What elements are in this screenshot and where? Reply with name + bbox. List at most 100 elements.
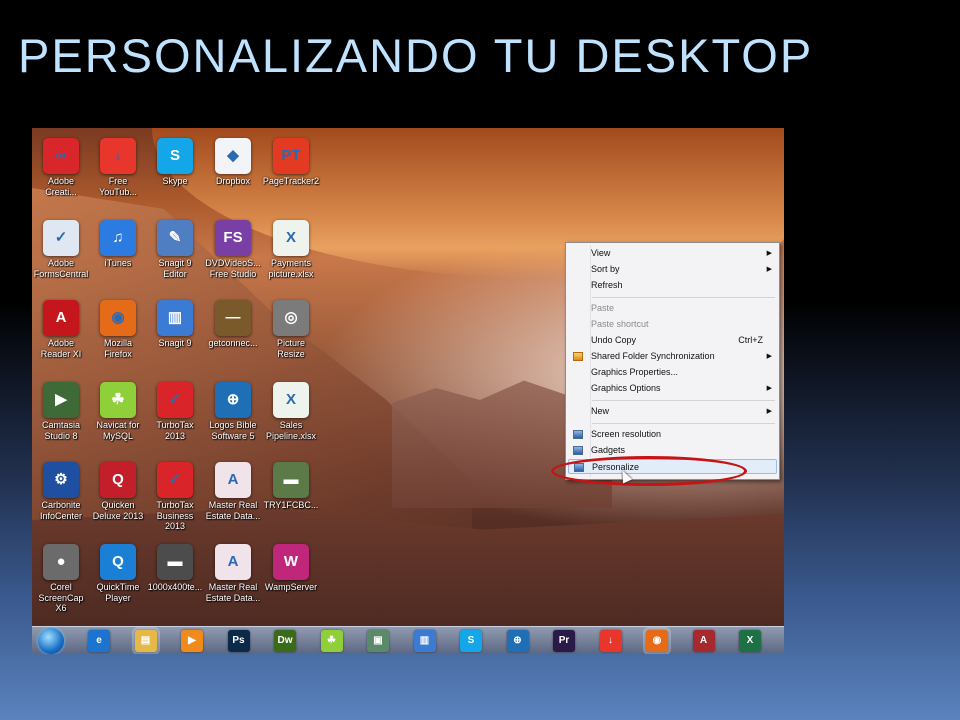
desktop-shortcut[interactable]: ✎ Snagit 9 Editor — [146, 220, 204, 279]
menu-item-paste-shortcut[interactable]: Paste shortcut — [568, 317, 777, 332]
taskbar: e ▤ ▶ Ps Dw ☘ ▣ ▥ S ⊕ Pr ↓ ◉ A X — [32, 626, 784, 654]
shortcut-file-icon: — — [215, 300, 251, 336]
taskbar-file-explorer-icon[interactable]: ▤ — [134, 630, 157, 652]
desktop-shortcut-label: Dropbox — [215, 176, 251, 186]
taskbar-internet-explorer-icon[interactable]: e — [88, 630, 110, 652]
submenu-arrow-icon: ▶ — [766, 385, 772, 392]
desktop-shortcut[interactable]: ✓ Adobe FormsCentral — [32, 220, 90, 279]
desktop-shortcut[interactable]: A Master Real Estate Data... — [204, 462, 262, 521]
desktop-shortcut[interactable]: W WampServer — [262, 544, 320, 593]
desktop-shortcut-label: Mozilla Firefox — [103, 338, 132, 359]
menu-item-label: New — [591, 406, 610, 416]
desktop-shortcut[interactable]: ⊕ Logos Bible Software 5 — [204, 382, 262, 441]
desktop-screenshot: ∞ Adobe Creati... ↓ Free YouTub... S Skype ◆ Dr… — [32, 128, 784, 654]
taskbar-logos-bible-icon[interactable]: ⊕ — [506, 630, 529, 652]
desktop-shortcut[interactable]: ♫ iTunes — [89, 220, 147, 269]
taskbar-skype-icon[interactable]: S — [460, 630, 482, 652]
desktop-shortcut[interactable]: ▬ TRY1FCBC... — [262, 462, 320, 511]
desktop-shortcut[interactable]: ▥ Snagit 9 — [146, 300, 204, 349]
desktop-shortcut[interactable]: Q QuickTime Player — [89, 544, 147, 603]
desktop-shortcut[interactable]: S Skype — [146, 138, 204, 187]
menu-item-label: Graphics Properties... — [591, 367, 679, 377]
desktop-shortcut-label: Sales Pipeline.xlsx — [265, 420, 317, 441]
download-arrow-icon: ↓ — [100, 138, 136, 174]
desktop-shortcut[interactable]: ▬ 1000x400te... — [146, 544, 204, 593]
desktop-shortcut-label: Navicat for MySQL — [96, 420, 140, 441]
shared-folder-sync-icon — [573, 352, 583, 361]
menu-item-graphics-options[interactable]: Graphics Options ▶ — [568, 381, 777, 396]
desktop-shortcut[interactable]: ↓ Free YouTub... — [89, 138, 147, 197]
desktop-shortcut-label: Snagit 9 Editor — [158, 258, 192, 279]
snagit-icon: ▥ — [157, 300, 193, 336]
submenu-arrow-icon: ▶ — [766, 250, 772, 257]
desktop-shortcut[interactable]: ☘ Navicat for MySQL — [89, 382, 147, 441]
personalize-highlight-circle — [551, 456, 747, 486]
menu-item-label: Refresh — [591, 280, 623, 290]
menu-item-paste[interactable]: Paste — [568, 301, 777, 316]
taskbar-navicat-icon[interactable]: ☘ — [320, 630, 343, 652]
taskbar-access-icon[interactable]: A — [692, 630, 715, 652]
taskbar-media-player-icon[interactable]: ▶ — [181, 630, 203, 652]
snagit-editor-icon: ✎ — [157, 220, 193, 256]
creative-cloud-icon: ∞ — [43, 138, 79, 174]
menu-item-screen-resolution[interactable]: Screen resolution — [568, 427, 777, 442]
menu-item-graphics-properties[interactable]: Graphics Properties... — [568, 365, 777, 380]
taskbar-photoshop-icon[interactable]: Ps — [227, 630, 250, 652]
desktop-shortcut[interactable]: PT PageTracker2 — [262, 138, 320, 187]
free-studio-icon: FS — [215, 220, 251, 256]
desktop-shortcut[interactable]: ✓ TurboTax Business 2013 — [146, 462, 204, 532]
desktop-shortcut-label: Quicken Deluxe 2013 — [92, 500, 144, 521]
desktop-shortcut[interactable]: ◆ Dropbox — [204, 138, 262, 187]
desktop-shortcut[interactable]: Q Quicken Deluxe 2013 — [89, 462, 147, 521]
desktop-shortcut-label: iTunes — [104, 258, 132, 268]
desktop-shortcut-label: Master Real Estate Data... — [205, 500, 261, 521]
menu-item-label: View — [591, 248, 611, 258]
taskbar-dreamweaver-icon[interactable]: Dw — [274, 630, 296, 652]
taskbar-screen-capture-icon[interactable]: ▣ — [367, 630, 389, 652]
desktop-shortcut-label: 1000x400te... — [147, 582, 203, 592]
excel-file-icon: X — [273, 220, 309, 256]
desktop-shortcut[interactable]: ● Corel ScreenCap X6 — [32, 544, 90, 614]
desktop-shortcut[interactable]: ✓ TurboTax 2013 — [146, 382, 204, 441]
desktop-shortcut[interactable]: ◎ Picture Resize — [262, 300, 320, 359]
desktop-shortcut[interactable]: — getconnec... — [204, 300, 262, 349]
desktop-shortcut-label: Master Real Estate Data... — [205, 582, 261, 603]
desktop-shortcut-label: DVDVideoS... Free Studio — [205, 258, 261, 279]
picture-resize-icon: ◎ — [273, 300, 309, 336]
desktop-shortcut-label: Free YouTub... — [99, 176, 137, 197]
menu-separator — [592, 400, 775, 401]
desktop-shortcut[interactable]: A Master Real Estate Data... — [204, 544, 262, 603]
corel-screencap-icon: ● — [43, 544, 79, 580]
menu-item-label: Screen resolution — [591, 429, 662, 439]
access-file-icon: A — [215, 544, 251, 580]
taskbar-snagit-icon[interactable]: ▥ — [413, 630, 436, 652]
menu-item-view[interactable]: View ▶ — [568, 246, 777, 261]
menu-item-undo-copy[interactable]: Undo Copy Ctrl+Z — [568, 333, 777, 348]
taskbar-excel-icon[interactable]: X — [739, 630, 761, 652]
taskbar-premiere-icon[interactable]: Pr — [553, 630, 575, 652]
desktop-shortcut[interactable]: ∞ Adobe Creati... — [32, 138, 90, 197]
taskbar-download-arrow-icon[interactable]: ↓ — [599, 630, 622, 652]
logos-bible-icon: ⊕ — [215, 382, 251, 418]
desktop-shortcut[interactable]: FS DVDVideoS... Free Studio — [204, 220, 262, 279]
dropbox-icon: ◆ — [215, 138, 251, 174]
menu-item-sort-by[interactable]: Sort by ▶ — [568, 262, 777, 277]
desktop-shortcut[interactable]: ▶ Camtasia Studio 8 — [32, 382, 90, 441]
menu-item-shared-folder-synchronization[interactable]: Shared Folder Synchronization ▶ — [568, 349, 777, 364]
submenu-arrow-icon: ▶ — [766, 353, 772, 360]
desktop-shortcut-label: Skype — [162, 176, 188, 186]
desktop-shortcut[interactable]: ⚙ Carbonite InfoCenter — [32, 462, 90, 521]
menu-item-refresh[interactable]: Refresh — [568, 278, 777, 293]
image-file-icon: ▬ — [157, 544, 193, 580]
taskbar-firefox-icon[interactable]: ◉ — [646, 630, 668, 652]
desktop-shortcut[interactable]: X Payments picture.xlsx — [262, 220, 320, 279]
desktop-shortcut[interactable]: A Adobe Reader XI — [32, 300, 90, 359]
menu-item-new[interactable]: New ▶ — [568, 404, 777, 419]
menu-item-label: Paste shortcut — [591, 319, 649, 329]
start-button[interactable] — [38, 628, 64, 654]
image-file-icon: ▬ — [273, 462, 309, 498]
desktop-shortcut[interactable]: X Sales Pipeline.xlsx — [262, 382, 320, 441]
desktop-shortcut[interactable]: ◉ Mozilla Firefox — [89, 300, 147, 359]
desktop-shortcut-label: TurboTax 2013 — [156, 420, 194, 441]
desktop-shortcut-label: Adobe FormsCentral — [33, 258, 89, 279]
